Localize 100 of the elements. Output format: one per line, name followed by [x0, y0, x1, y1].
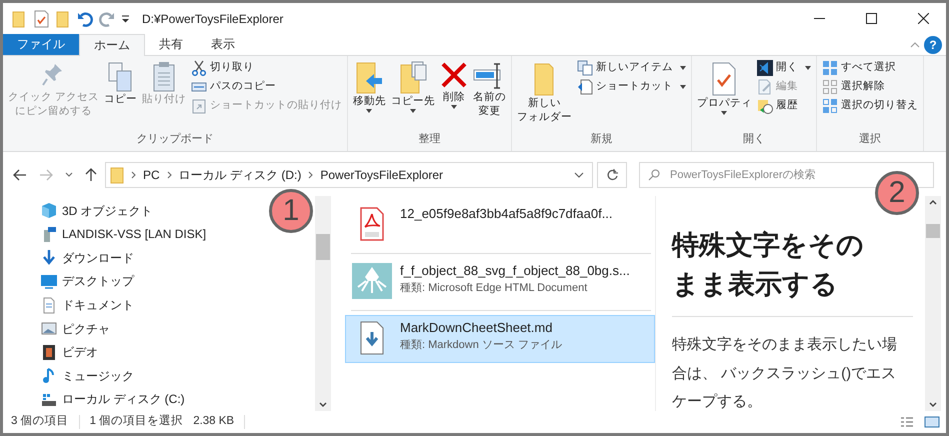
picture-icon: [41, 320, 57, 338]
preview-text: 特殊文字をそのまま表示したい場合は、 バックスラッシュ()でエスケープする。: [672, 335, 898, 411]
back-icon: [13, 169, 27, 181]
group-label: クリップボード: [135, 132, 214, 147]
scrollbar[interactable]: [925, 196, 941, 411]
callout-marker: 2: [875, 171, 919, 215]
file-type: 種類: Markdown ソース ファイル: [400, 338, 562, 353]
file-item[interactable]: f_f_object_88_svg_f_object_88_0bg.s... 種類: Microsoft Edge HTML Document: [345, 258, 655, 306]
ribbon-button[interactable]: コピー: [102, 59, 139, 131]
chevron-down-icon[interactable]: [574, 172, 584, 178]
folder-icon: [11, 10, 27, 28]
scissors-icon: [190, 60, 207, 76]
sidebar-item[interactable]: 3D オブジェクト: [41, 199, 153, 223]
sidebar-item[interactable]: デスクトップ: [41, 270, 134, 294]
ribbon-button[interactable]: ショートカット: [574, 78, 688, 96]
details-view-icon[interactable]: [900, 416, 914, 428]
scroll-thumb[interactable]: [926, 224, 940, 238]
group-label: 選択: [858, 132, 882, 147]
desktop-icon: [41, 272, 57, 290]
film-icon: [41, 344, 57, 361]
ribbon-button[interactable]: 選択の切り替え: [820, 97, 920, 115]
edit-icon: [756, 79, 773, 95]
ribbon-tab[interactable]: 共有: [145, 34, 197, 55]
move-folder-icon: [354, 61, 384, 95]
ribbon-button[interactable]: 開く: [754, 59, 813, 77]
squid-icon: [352, 263, 392, 299]
document-icon: [41, 296, 57, 314]
ribbon-button[interactable]: 新しいアイテム: [574, 59, 688, 77]
sidebar-item[interactable]: ミュージック: [41, 364, 134, 388]
sidebar-item[interactable]: ローカル ディスク (C:): [41, 388, 185, 412]
sidebar-item[interactable]: ドキュメント: [41, 293, 134, 317]
clipboard-icon: [150, 61, 177, 93]
breadcrumb[interactable]: ローカル ディスク (D:): [178, 166, 302, 184]
sidebar-item[interactable]: ビデオ: [41, 340, 98, 364]
help-button[interactable]: ?: [924, 36, 942, 54]
preview-heading: 特殊文字をそのまま表示する: [672, 229, 865, 302]
ribbon-button[interactable]: パスのコピー: [188, 78, 344, 96]
callout-marker: 1: [269, 189, 313, 233]
breadcrumb[interactable]: PowerToysFileExplorer: [320, 166, 444, 184]
ribbon-button[interactable]: 新しい フォルダー: [514, 59, 574, 131]
sidebar-item[interactable]: ダウンロード: [41, 246, 134, 270]
new-folder-icon: [532, 61, 556, 97]
invert-selection-icon: [822, 98, 838, 114]
refresh-button[interactable]: [597, 162, 627, 188]
sidebar-item[interactable]: LANDISK-VSS [LAN DISK]: [41, 222, 206, 246]
file-name: f_f_object_88_svg_f_object_88_0bg.s...: [400, 263, 630, 280]
group-label: 整理: [417, 132, 442, 147]
editor-icon: [756, 60, 773, 76]
select-none-icon: [822, 79, 838, 95]
ribbon-button[interactable]: すべて選択: [820, 59, 920, 77]
group-label: 新規: [589, 132, 614, 147]
ribbon-button[interactable]: 移動先: [350, 59, 388, 131]
close-icon: [918, 13, 928, 24]
shortcut-icon: [576, 79, 593, 95]
breadcrumb[interactable]: PC: [143, 166, 160, 184]
cube-icon: [41, 202, 57, 220]
file-item[interactable]: MarkDownCheetSheet.md 種類: Markdown ソース ファイル: [345, 315, 655, 363]
chevron-down-icon: [65, 172, 73, 178]
up-arrow-icon: [85, 168, 97, 182]
file-name: MarkDownCheetSheet.md: [400, 320, 554, 337]
ribbon-tab[interactable]: ホーム: [79, 34, 145, 56]
scroll-thumb[interactable]: [316, 234, 330, 260]
ribbon-tab[interactable]: 表示: [197, 34, 249, 55]
address-bar[interactable]: PC ローカル ディスク (D:) PowerToysFileExplorer: [105, 162, 593, 188]
ribbon-button[interactable]: 履歴: [754, 97, 813, 115]
undo-icon[interactable]: [77, 10, 93, 26]
refresh-icon: [606, 169, 618, 181]
chevron-right-icon: [131, 171, 136, 179]
history-icon: [756, 98, 773, 114]
ribbon-button[interactable]: 切り取り: [188, 59, 344, 77]
chevron-right-icon: [166, 171, 172, 179]
forward-icon: [39, 169, 53, 181]
file-name: 12_e05f9e8af3bb4af5a8f9c7dfaa0f...: [400, 206, 613, 223]
ribbon-button[interactable]: プロパティ: [694, 59, 754, 131]
status-text: 1 個の項目を選択: [90, 414, 184, 430]
pdf-icon: [359, 206, 385, 242]
ribbon-button[interactable]: 名前の 変更: [470, 59, 508, 131]
ribbon-button[interactable]: コピー先: [388, 59, 437, 131]
music-note-icon: [41, 367, 57, 384]
file-item[interactable]: 12_e05f9e8af3bb4af5a8f9c7dfaa0f...: [345, 201, 655, 249]
status-text: 3 個の項目: [11, 414, 69, 430]
search-icon: [648, 169, 660, 181]
sidebar-item[interactable]: ピクチャ: [41, 316, 110, 340]
file-menu-tab[interactable]: ファイル: [3, 34, 79, 55]
copy-folder-icon: [398, 61, 428, 95]
properties-icon: [710, 61, 738, 97]
download-file-icon: [359, 320, 385, 356]
status-text: 2.38 KB: [193, 414, 234, 430]
scrollbar[interactable]: [315, 196, 331, 411]
window-title: D:¥PowerToysFileExplorer: [142, 10, 284, 28]
chevron-right-icon: [308, 171, 314, 179]
dropdown-icon[interactable]: [121, 14, 130, 22]
ribbon-button[interactable]: 選択解除: [820, 78, 920, 96]
checklist-icon[interactable]: [33, 10, 49, 28]
folder-icon: [110, 166, 124, 184]
ribbon-button[interactable]: 削除: [438, 59, 470, 131]
maximize-icon: [866, 13, 876, 24]
paste-shortcut-icon: [190, 98, 207, 114]
large-icons-view-icon[interactable]: [924, 416, 940, 428]
copy-icon: [107, 61, 134, 93]
